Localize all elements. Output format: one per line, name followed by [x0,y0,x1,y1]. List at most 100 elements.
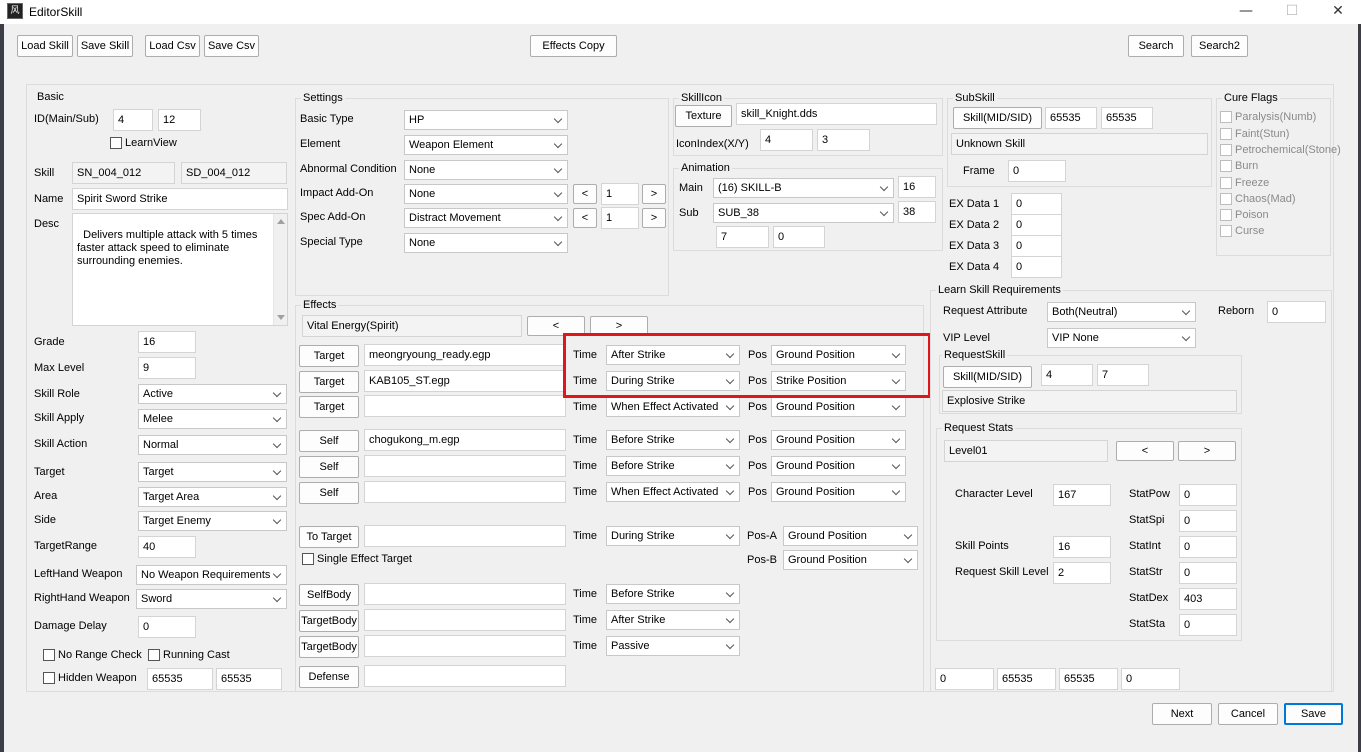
cure-paralysis-checkbox[interactable]: Paralysis(Numb) [1220,111,1316,123]
self-body-time-select[interactable]: Before Strike [606,584,740,604]
request-stats-next-button[interactable]: > [1178,441,1236,461]
single-effect-target-checkbox[interactable]: Single Effect Target [302,553,412,565]
stat-pow-field[interactable]: 0 [1179,484,1237,506]
effect-row-6-file-field[interactable] [364,481,566,503]
maximize-button[interactable]: ☐ [1269,0,1315,24]
effect-row-4-self-button[interactable]: Self [299,430,359,452]
stat-int-field[interactable]: 0 [1179,536,1237,558]
bottom-field-4[interactable]: 0 [1121,668,1180,690]
next-button[interactable]: Next [1152,703,1212,725]
effect-row-5-file-field[interactable] [364,455,566,477]
righthand-weapon-select[interactable]: Sword [136,589,287,609]
effect-row-4-pos-select[interactable]: Ground Position [771,430,906,450]
effect-row-4-time-select[interactable]: Before Strike [606,430,740,450]
skill-role-select[interactable]: Active [138,384,287,404]
effect-row-5-time-select[interactable]: Before Strike [606,456,740,476]
target-body-1-file-field[interactable] [364,609,566,631]
search2-button[interactable]: Search2 [1191,35,1248,57]
load-csv-button[interactable]: Load Csv [145,35,200,57]
bottom-field-2[interactable]: 65535 [997,668,1056,690]
effect-row-4-file-field[interactable]: chogukong_m.egp [364,429,566,451]
ex-data-4-field[interactable]: 0 [1011,256,1062,278]
running-cast-checkbox[interactable]: Running Cast [148,649,230,661]
cure-poison-checkbox[interactable]: Poison [1220,209,1269,221]
target-body-1-time-select[interactable]: After Strike [606,610,740,630]
save-skill-button[interactable]: Save Skill [77,35,133,57]
cure-chaos-checkbox[interactable]: Chaos(Mad) [1220,193,1296,205]
ex-data-2-field[interactable]: 0 [1011,214,1062,236]
stat-dex-field[interactable]: 403 [1179,588,1237,610]
impact-next-button[interactable]: > [642,184,666,204]
reborn-field[interactable]: 0 [1267,301,1326,323]
spec-addon-select[interactable]: Distract Movement [404,208,568,228]
animation-main-field[interactable]: 16 [898,176,936,198]
target-range-field[interactable]: 40 [138,536,196,558]
cancel-button[interactable]: Cancel [1218,703,1278,725]
bottom-field-1[interactable]: 0 [935,668,994,690]
effect-row-5-pos-select[interactable]: Ground Position [771,456,906,476]
max-level-field[interactable]: 9 [138,357,196,379]
animation-sub-select[interactable]: SUB_38 [713,203,894,223]
close-button[interactable]: ✕ [1315,0,1361,24]
hidden-weapon-field-2[interactable]: 65535 [216,668,282,690]
stat-spi-field[interactable]: 0 [1179,510,1237,532]
effect-row-2-target-button[interactable]: Target [299,371,359,393]
request-skill-mid-sid-button[interactable]: Skill(MID/SID) [943,366,1032,388]
animation-value-1-field[interactable]: 7 [716,226,769,248]
effect-row-6-pos-select[interactable]: Ground Position [771,482,906,502]
skill-sn-field[interactable]: SN_004_012 [72,162,175,184]
vip-level-select[interactable]: VIP None [1047,328,1196,348]
subskill-sid-field[interactable]: 65535 [1101,107,1153,129]
effect-row-1-target-button[interactable]: Target [299,345,359,367]
skill-sd-field[interactable]: SD_004_012 [181,162,287,184]
icon-index-x-field[interactable]: 4 [760,129,813,151]
request-skill-sid-field[interactable]: 7 [1097,364,1149,386]
effect-row-6-time-select[interactable]: When Effect Activated [606,482,740,502]
id-sub-field[interactable]: 12 [158,109,201,131]
desc-textarea[interactable]: Delivers multiple attack with 5 times fa… [72,213,288,326]
ex-data-3-field[interactable]: 0 [1011,235,1062,257]
ex-data-1-field[interactable]: 0 [1011,193,1062,215]
minimize-button[interactable]: — [1223,0,1269,24]
effect-row-1-file-field[interactable]: meongryoung_ready.egp [364,344,566,366]
effect-row-3-pos-select[interactable]: Ground Position [771,397,906,417]
desc-scrollbar[interactable] [273,214,287,325]
bottom-field-3[interactable]: 65535 [1059,668,1118,690]
impact-prev-button[interactable]: < [573,184,597,204]
spec-next-button[interactable]: > [642,208,666,228]
hidden-weapon-checkbox[interactable]: Hidden Weapon [43,672,137,684]
request-skill-mid-field[interactable]: 4 [1041,364,1093,386]
animation-value-2-field[interactable]: 0 [773,226,825,248]
skill-apply-select[interactable]: Melee [138,409,287,429]
to-target-button[interactable]: To Target [299,526,359,548]
texture-field[interactable]: skill_Knight.dds [736,103,937,125]
pos-b-select[interactable]: Ground Position [783,550,918,570]
character-level-field[interactable]: 167 [1053,484,1111,506]
request-attribute-select[interactable]: Both(Neutral) [1047,302,1196,322]
stat-sta-field[interactable]: 0 [1179,614,1237,636]
request-stats-prev-button[interactable]: < [1116,441,1174,461]
load-skill-button[interactable]: Load Skill [17,35,73,57]
id-main-field[interactable]: 4 [113,109,153,131]
skill-action-select[interactable]: Normal [138,435,287,455]
impact-value-field[interactable]: 1 [601,183,639,205]
target-body-2-button[interactable]: TargetBody [299,636,359,658]
pos-a-select[interactable]: Ground Position [783,526,918,546]
cure-freeze-checkbox[interactable]: Freeze [1220,177,1269,189]
hidden-weapon-field-1[interactable]: 65535 [147,668,213,690]
element-select[interactable]: Weapon Element [404,135,568,155]
animation-main-select[interactable]: (16) SKILL-B [713,178,894,198]
effect-row-6-self-button[interactable]: Self [299,482,359,504]
effect-row-5-self-button[interactable]: Self [299,456,359,478]
effect-row-3-target-button[interactable]: Target [299,396,359,418]
defense-button[interactable]: Defense [299,666,359,688]
impact-addon-select[interactable]: None [404,184,568,204]
defense-file-field[interactable] [364,665,566,687]
target-body-2-time-select[interactable]: Passive [606,636,740,656]
area-select[interactable]: Target Area [138,487,287,507]
no-range-check-checkbox[interactable]: No Range Check [43,649,142,661]
to-target-time-select[interactable]: During Strike [606,526,740,546]
lefthand-weapon-select[interactable]: No Weapon Requirements [136,565,287,585]
subskill-mid-sid-button[interactable]: Skill(MID/SID) [953,107,1042,129]
animation-sub-field[interactable]: 38 [898,201,936,223]
